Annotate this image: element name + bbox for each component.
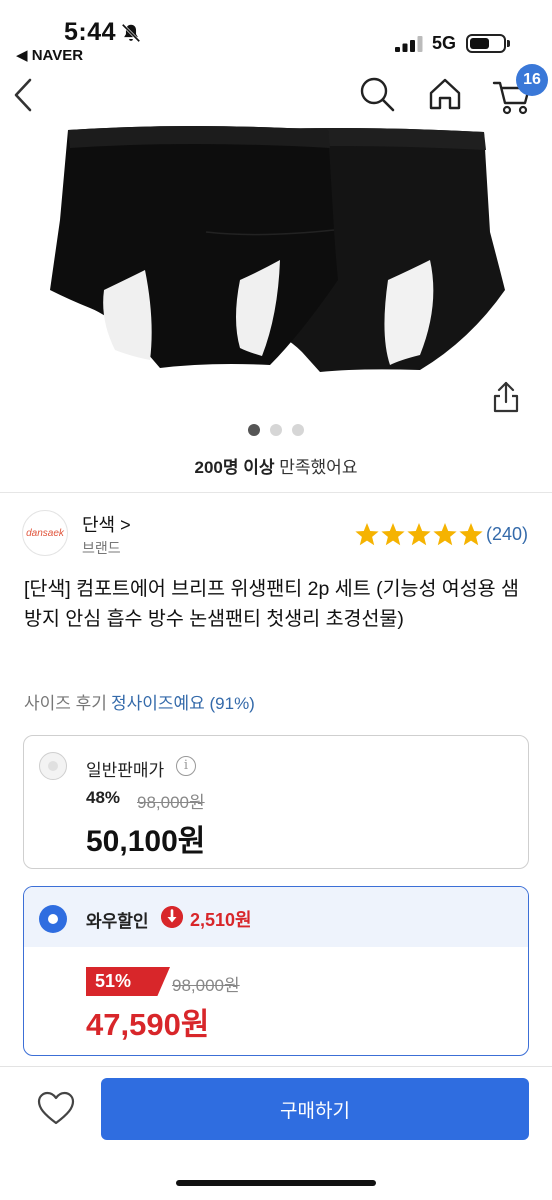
wow-discount-rate-badge: 51% [86,967,170,996]
brand-name-link[interactable]: 단색 > [82,511,131,537]
back-arrow-icon[interactable] [10,74,40,114]
cart-count-badge: 16 [516,64,548,96]
share-icon[interactable] [490,380,522,414]
option-wow-label: 와우할인 [86,912,149,931]
battery-icon [466,34,510,53]
size-review: 사이즈 후기 정사이즈예요 (91%) [24,689,255,714]
status-bar: 5:44 ◀ NAVER 5G [0,0,552,70]
normal-discount-rate: 48% [86,788,121,807]
satisfaction-count: 200명 이상 [194,458,275,477]
wow-extra-discount: 2,510원 [190,910,252,930]
status-time: 5:44 [64,18,117,46]
heart-icon[interactable] [36,1090,76,1126]
gallery-dot-3[interactable] [292,424,304,436]
option-wow-discount[interactable]: 와우할인 2,510원 51% 98,000원 47,590원 [23,886,529,1056]
radio-normal-price[interactable] [39,752,67,780]
normal-original-price: 98,000원 [137,793,205,812]
brand-logo[interactable]: dansaek [22,510,68,556]
section-divider [0,492,552,493]
satisfaction-summary: 200명 이상 만족했어요 [0,453,552,478]
size-review-value[interactable]: 정사이즈예요 (91%) [111,694,255,713]
signal-icon [395,36,423,52]
size-review-label: 사이즈 후기 [24,694,107,713]
bell-muted-icon [121,23,141,43]
back-to-app-link[interactable]: ◀ NAVER [16,46,83,64]
star-icon [433,523,457,546]
brief-front-image [50,126,338,368]
star-icon [407,523,431,546]
option-normal-label: 일반판매가 [86,761,165,780]
product-title: [단색] 컴포트에어 브리프 위생팬티 2p 세트 (기능성 여성용 샘방지 안… [24,578,519,630]
satisfaction-text: 만족했어요 [274,458,358,477]
star-icon [459,523,483,546]
home-indicator [176,1180,376,1186]
wow-original-price: 98,000원 [172,976,240,995]
top-nav: 16 [0,64,552,120]
gallery-dot-2[interactable] [270,424,282,436]
wow-sale-price: 47,590원 [86,1007,210,1042]
arrow-down-icon [161,906,183,928]
bottom-bar-divider [0,1066,552,1067]
rating-stars[interactable] [354,522,484,548]
network-label: 5G [432,33,457,53]
info-icon[interactable]: i [176,756,196,776]
brand-label: 브랜드 [82,540,121,556]
review-count-link[interactable]: (240) [486,524,528,545]
radio-wow-discount[interactable] [39,905,67,933]
search-icon[interactable] [358,75,396,113]
option-normal-price[interactable]: 일반판매가 i 48% 98,000원 50,100원 [23,735,529,869]
gallery-dot-1[interactable] [248,424,260,436]
product-image[interactable] [0,120,552,420]
buy-button[interactable]: 구매하기 [101,1078,529,1140]
brand-logo-text: dansaek [26,527,64,539]
home-icon[interactable] [426,75,464,113]
star-icon [381,523,405,546]
gallery-pagination[interactable] [244,424,314,438]
star-icon [355,523,379,546]
normal-sale-price: 50,100원 [86,825,206,858]
